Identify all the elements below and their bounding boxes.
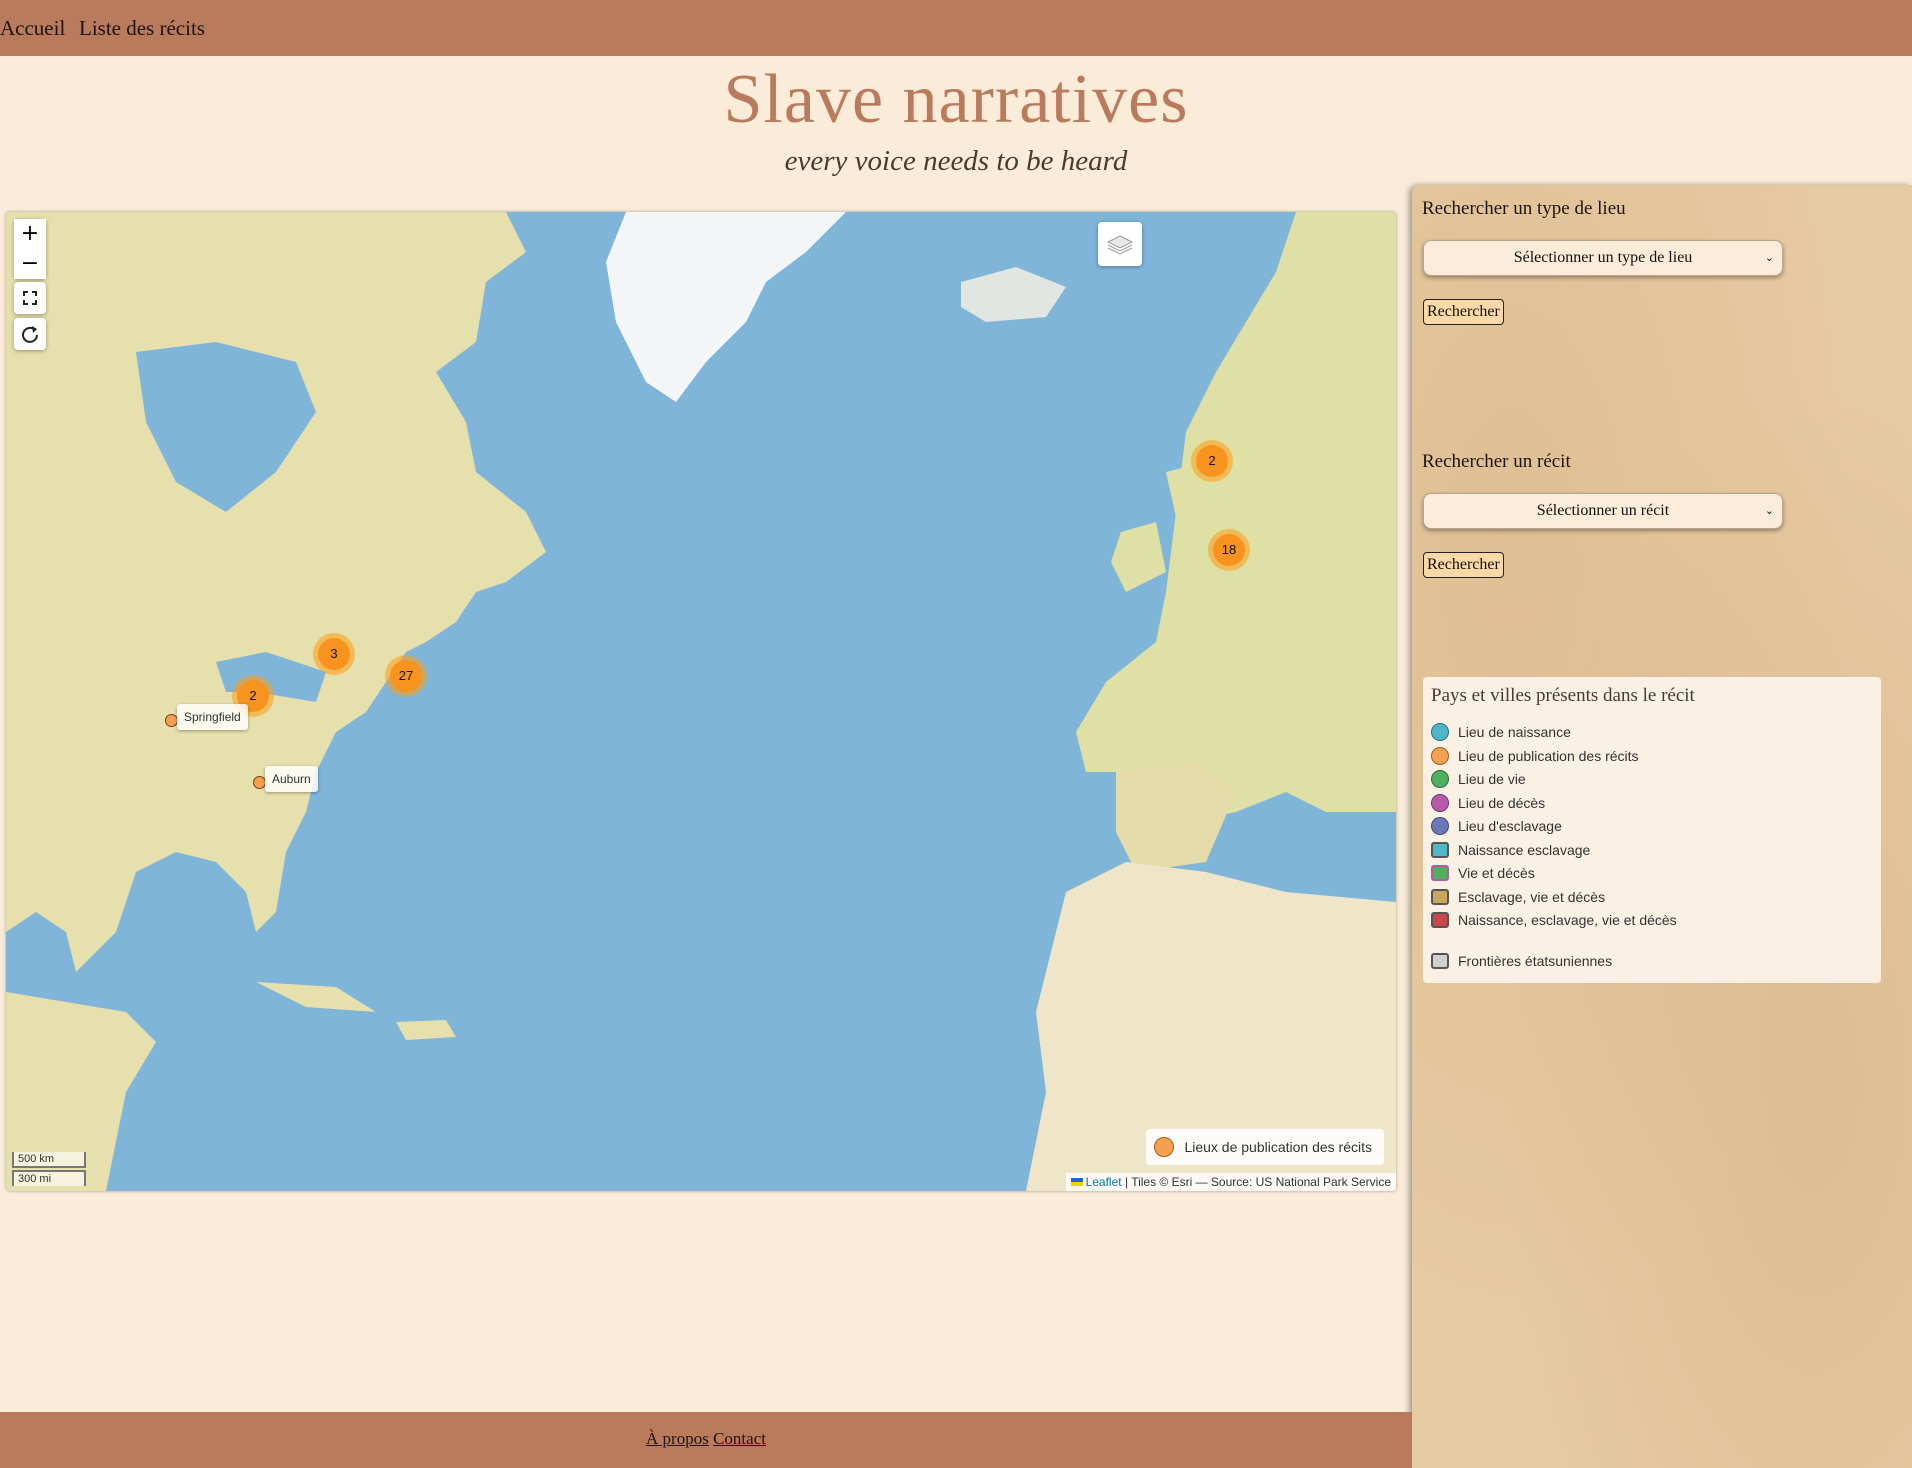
sidebar: Rechercher un type de lieu Sélectionner … bbox=[1412, 185, 1912, 1468]
legend-square-icon bbox=[1431, 953, 1449, 969]
zoom-out-button[interactable]: − bbox=[14, 249, 46, 279]
map-legend: Lieux de publication des récits bbox=[1146, 1129, 1384, 1165]
legend-item-label: Naissance esclavage bbox=[1458, 842, 1591, 858]
legend-item-label: Lieu d'esclavage bbox=[1458, 818, 1562, 834]
legend-circle-icon bbox=[1431, 770, 1449, 788]
cluster-count: 2 bbox=[1196, 445, 1228, 477]
place-tooltip: Auburn bbox=[265, 766, 318, 792]
map[interactable]: + − 2 18 3 27 2 Springfield Auburn Lieux… bbox=[6, 212, 1396, 1191]
map-attribution: Leaflet | Tiles © Esri — Source: US Nati… bbox=[1065, 1173, 1396, 1191]
footer-links: À propos Contact bbox=[0, 1429, 1412, 1449]
place-tooltip: Springfield bbox=[177, 704, 248, 730]
page-title: Slave narratives bbox=[723, 61, 1189, 138]
legend-item: Vie et décès bbox=[1431, 863, 1535, 883]
narrative-search-button[interactable]: Rechercher bbox=[1423, 552, 1504, 578]
cluster-count: 27 bbox=[390, 660, 422, 692]
layers-control[interactable] bbox=[1098, 222, 1142, 266]
fullscreen-icon bbox=[23, 291, 37, 305]
legend-item-label: Esclavage, vie et décès bbox=[1458, 889, 1606, 905]
legend-panel: Pays et villes présents dans le récit Li… bbox=[1423, 677, 1881, 983]
legend-item: Lieu de vie bbox=[1431, 769, 1526, 789]
cluster-count: 3 bbox=[318, 638, 350, 670]
layers-icon bbox=[1106, 235, 1134, 255]
hispaniola-land bbox=[396, 1020, 456, 1040]
zoom-in-button[interactable]: + bbox=[14, 219, 46, 249]
legend-item-label: Lieu de vie bbox=[1458, 771, 1526, 787]
narrative-select-value: Sélectionner un récit bbox=[1536, 502, 1670, 519]
scale-mi: 300 mi bbox=[12, 1170, 86, 1186]
legend-item: Naissance, esclavage, vie et décès bbox=[1431, 910, 1677, 930]
legend-item: Naissance esclavage bbox=[1431, 840, 1590, 860]
footer-contact-link[interactable]: Contact bbox=[713, 1429, 766, 1448]
attribution-text: | Tiles © Esri — Source: US National Par… bbox=[1124, 1175, 1391, 1189]
legend-publication-dot bbox=[1154, 1137, 1175, 1157]
leaflet-link[interactable]: Leaflet bbox=[1086, 1175, 1122, 1189]
legend-item: Lieu de naissance bbox=[1431, 722, 1571, 742]
legend-item: Frontières étatsuniennes bbox=[1431, 951, 1612, 971]
cluster-marker[interactable]: 27 bbox=[385, 655, 427, 697]
top-nav: Accueil Liste des récits bbox=[0, 0, 1912, 56]
map-legend-label: Lieux de publication des récits bbox=[1184, 1139, 1372, 1155]
reset-view-icon bbox=[22, 326, 38, 343]
place-type-search-button[interactable]: Rechercher bbox=[1423, 299, 1504, 325]
fullscreen-button[interactable] bbox=[14, 282, 46, 314]
chevron-down-icon: ⌄ bbox=[1764, 504, 1774, 517]
chevron-down-icon: ⌄ bbox=[1764, 251, 1774, 264]
scale-km: 500 km bbox=[12, 1152, 86, 1168]
legend-item-label: Frontières étatsuniennes bbox=[1458, 953, 1613, 969]
legend-item-label: Lieu de publication des récits bbox=[1458, 748, 1639, 764]
legend-item-label: Vie et décès bbox=[1458, 865, 1535, 881]
cluster-marker[interactable]: 3 bbox=[313, 633, 355, 675]
place-type-select[interactable]: Sélectionner un type de lieu ⌄ bbox=[1423, 240, 1783, 276]
legend-square-icon bbox=[1431, 889, 1449, 905]
narrative-heading: Rechercher un récit bbox=[1422, 451, 1571, 472]
legend-item: Lieu de décès bbox=[1431, 793, 1545, 813]
legend-item: Lieu de publication des récits bbox=[1431, 746, 1639, 766]
place-type-select-value: Sélectionner un type de lieu bbox=[1513, 249, 1693, 266]
page-subtitle: every voice needs to be heard bbox=[784, 145, 1128, 177]
legend-item-label: Naissance, esclavage, vie et décès bbox=[1458, 912, 1677, 928]
legend-circle-icon bbox=[1431, 723, 1449, 741]
cluster-count: 18 bbox=[1213, 534, 1245, 566]
legend-item: Esclavage, vie et décès bbox=[1431, 887, 1605, 907]
nav-home-link[interactable]: Accueil bbox=[0, 16, 65, 41]
reset-view-button[interactable] bbox=[14, 318, 46, 350]
footer: À propos Contact bbox=[0, 1412, 1412, 1468]
cluster-marker[interactable]: 18 bbox=[1208, 529, 1250, 571]
map-basemap[interactable] bbox=[6, 212, 1396, 1191]
legend-item: Lieu d'esclavage bbox=[1431, 816, 1562, 836]
legend-item-label: Lieu de décès bbox=[1458, 795, 1546, 811]
place-type-heading: Rechercher un type de lieu bbox=[1422, 198, 1626, 219]
footer-about-link[interactable]: À propos bbox=[646, 1429, 709, 1448]
legend-circle-icon bbox=[1431, 747, 1449, 765]
legend-square-icon bbox=[1431, 912, 1449, 928]
cluster-marker[interactable]: 2 bbox=[1191, 440, 1233, 482]
legend-square-icon bbox=[1431, 865, 1449, 881]
legend-circle-icon bbox=[1431, 817, 1449, 835]
legend-title: Pays et villes présents dans le récit bbox=[1431, 685, 1695, 706]
narrative-select[interactable]: Sélectionner un récit ⌄ bbox=[1423, 493, 1783, 529]
legend-circle-icon bbox=[1431, 794, 1449, 812]
legend-item-label: Lieu de naissance bbox=[1458, 724, 1571, 740]
nav-list-link[interactable]: Liste des récits bbox=[79, 16, 205, 41]
ukraine-flag-icon bbox=[1070, 1178, 1083, 1186]
zoom-control: + − bbox=[14, 219, 46, 279]
legend-square-icon bbox=[1431, 842, 1449, 858]
